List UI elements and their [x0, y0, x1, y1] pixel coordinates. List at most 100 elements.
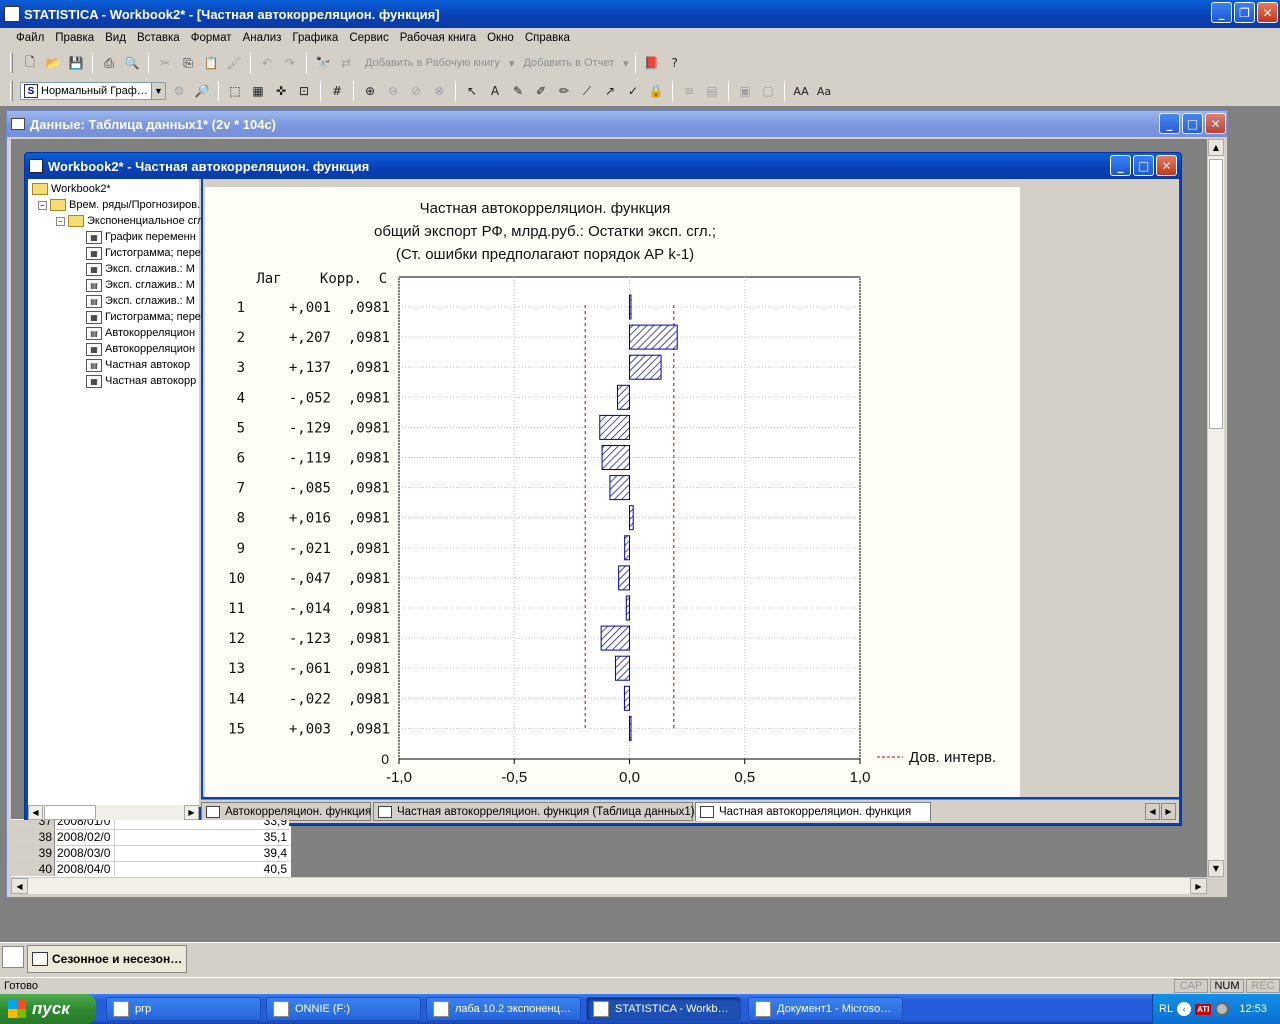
tree-item[interactable]: ▤ Эксп. сглажив.: М — [86, 293, 195, 309]
table-row[interactable]: 39 2008/03/0 39,4 — [11, 846, 289, 862]
print-icon[interactable]: ⎙ — [99, 53, 119, 73]
edit-icon[interactable]: ✎ — [508, 81, 528, 101]
maximize-button[interactable]: ❐ — [1234, 2, 1255, 23]
book-icon[interactable]: 📕 — [642, 53, 662, 73]
minimized-window[interactable]: Сезонное и несезон… — [27, 945, 187, 973]
menu-item-4[interactable]: Формат — [191, 32, 232, 44]
collapse-icon[interactable]: − — [38, 200, 47, 210]
new-icon[interactable]: 🗋 — [20, 53, 40, 73]
undo-icon[interactable]: ↶ — [257, 53, 277, 73]
menu-item-6[interactable]: Графика — [292, 32, 338, 44]
redo-icon[interactable]: ↷ — [280, 53, 300, 73]
scroll-left-icon[interactable]: ◀ — [1145, 803, 1160, 820]
taskbar-item[interactable]: Документ1 - Microso… — [748, 997, 903, 1021]
print-preview-icon[interactable]: 🔍 — [122, 53, 142, 73]
replace-icon[interactable]: ⇄ — [336, 53, 356, 73]
value-cell[interactable]: 35,1 — [115, 830, 289, 845]
font-larger-icon[interactable]: AA — [791, 81, 811, 101]
tree-item[interactable]: ▦ Гистограмма; пере — [86, 245, 201, 261]
tray-arrow-icon[interactable]: ‹ — [1177, 1002, 1192, 1016]
chevron-down-icon[interactable]: ▼ — [151, 83, 165, 99]
vertical-scrollbar[interactable]: ▲ ▼ — [1207, 139, 1224, 877]
ungroup-icon[interactable]: ▢ — [758, 81, 778, 101]
add-to-report-button[interactable]: Добавить в Отчет — [523, 57, 614, 69]
tree-item[interactable]: ▤ Эксп. сглажив.: М — [86, 277, 195, 293]
line-icon[interactable]: ⟋ — [577, 81, 597, 101]
menu-item-10[interactable]: Справка — [525, 32, 570, 44]
collapse-icon[interactable]: − — [56, 216, 65, 226]
tab-1[interactable]: Частная автокорреляцион. функция (Таблиц… — [373, 802, 695, 821]
add-to-workbook-button[interactable]: Добавить в Рабочую книгу — [365, 57, 500, 69]
menu-item-1[interactable]: Правка — [55, 32, 94, 44]
tab-0[interactable]: Автокорреляцион. функция — [201, 802, 371, 821]
open-icon[interactable]: 📂 — [43, 53, 63, 73]
value-cell[interactable]: 33,9 — [115, 820, 289, 829]
tree-item[interactable]: ▤ Частная автокор — [86, 357, 190, 373]
zoom-reset-icon[interactable]: ⊘ — [406, 81, 426, 101]
help-icon[interactable]: ? — [665, 53, 685, 73]
menu-item-5[interactable]: Анализ — [243, 32, 282, 44]
scroll-up-icon[interactable]: ▲ — [1208, 139, 1224, 156]
graph-options-icon[interactable]: ⚙ — [169, 81, 189, 101]
tree-item[interactable]: − Врем. ряды/Прогнозиров. — [38, 197, 200, 213]
close-button[interactable]: ✕ — [1205, 113, 1226, 134]
date-cell[interactable]: 2008/04/0 — [55, 862, 115, 876]
arrow-icon[interactable]: ↗ — [600, 81, 620, 101]
maximize-button[interactable]: □ — [1133, 155, 1154, 176]
statistica-small-icon[interactable] — [2, 946, 24, 968]
format-painter-icon[interactable]: 🖌 — [224, 53, 244, 73]
zoom-cancel-icon[interactable]: ⊗ — [429, 81, 449, 101]
graph-data-icon[interactable]: ▦ — [248, 81, 268, 101]
value-cell[interactable]: 40,5 — [115, 862, 289, 876]
tree-item[interactable]: − Экспоненциальное сгл — [56, 213, 201, 229]
brush-icon[interactable]: ✜ — [271, 81, 291, 101]
fit-icon[interactable]: ⊡ — [294, 81, 314, 101]
group-icon[interactable]: ▣ — [735, 81, 755, 101]
tab-2[interactable]: Частная автокорреляцион. функция — [695, 802, 931, 821]
text-tool-icon[interactable]: A — [485, 81, 505, 101]
menu-item-2[interactable]: Вид — [105, 32, 126, 44]
graph-style-select[interactable]: S Нормальный Граф… ▼ — [20, 82, 166, 100]
lock-icon[interactable]: 🔒 — [646, 81, 666, 101]
tree-item[interactable]: ▤ Автокорреляцион — [86, 325, 195, 341]
menu-item-9[interactable]: Окно — [487, 32, 514, 44]
scroll-left-icon[interactable]: ◀ — [11, 878, 28, 894]
maximize-button[interactable]: □ — [1182, 113, 1203, 134]
tree-item[interactable]: ▦ График переменн — [86, 229, 196, 245]
distribute-icon[interactable]: ▤ — [702, 81, 722, 101]
scroll-right-icon[interactable]: ▶ — [1190, 878, 1207, 894]
date-cell[interactable]: 2008/02/0 — [55, 830, 115, 845]
chart-page[interactable]: Частная автокорреляцион. функция общий эк… — [205, 187, 1020, 797]
workbook-window[interactable]: Workbook2* - Частная автокорреляцион. фу… — [24, 152, 1182, 826]
menu-item-7[interactable]: Сервис — [349, 32, 388, 44]
tree-item[interactable]: ▦ Гистограмма; пере — [86, 309, 201, 325]
pointer-icon[interactable]: ↖ — [462, 81, 482, 101]
edit2-icon[interactable]: ✐ — [531, 81, 551, 101]
taskbar-item[interactable]: лаба 10.2 экспоненц… — [426, 997, 581, 1021]
taskbar-item[interactable]: STATISTICA - Workb… — [586, 997, 741, 1021]
taskbar-item[interactable]: ргр — [106, 997, 261, 1021]
cut-icon[interactable]: ✂ — [155, 53, 175, 73]
scroll-left-icon[interactable]: ◀ — [28, 805, 43, 820]
value-cell[interactable]: 39,4 — [115, 846, 289, 861]
save-icon[interactable]: 💾 — [66, 53, 86, 73]
taskbar-item[interactable]: ONNIE (F:) — [266, 997, 421, 1021]
minimize-button[interactable]: _ — [1211, 2, 1232, 23]
table-row[interactable]: 38 2008/02/0 35,1 — [11, 830, 289, 846]
grid-icon[interactable]: # — [327, 81, 347, 101]
dropdown-arrow-icon[interactable]: ▾ — [509, 57, 515, 70]
zoom-in-icon[interactable]: ⊕ — [360, 81, 380, 101]
copy-icon[interactable]: ⎘ — [178, 53, 198, 73]
date-cell[interactable]: 2008/03/0 — [55, 846, 115, 861]
menu-item-0[interactable]: Файл — [16, 32, 44, 44]
start-button[interactable]: пуск — [0, 994, 96, 1024]
menu-item-3[interactable]: Вставка — [137, 32, 180, 44]
tray-disc-icon[interactable] — [1215, 1002, 1230, 1016]
ati-icon[interactable]: ATI — [1195, 1003, 1212, 1015]
scroll-thumb[interactable] — [1209, 159, 1223, 429]
zoom-graph-icon[interactable]: 🔎 — [192, 81, 212, 101]
check-icon[interactable]: ✓ — [623, 81, 643, 101]
date-cell[interactable]: 2008/01/0 — [55, 820, 115, 829]
tree-item[interactable]: Workbook2* — [32, 181, 111, 197]
dropdown-arrow-icon[interactable]: ▾ — [623, 57, 629, 70]
